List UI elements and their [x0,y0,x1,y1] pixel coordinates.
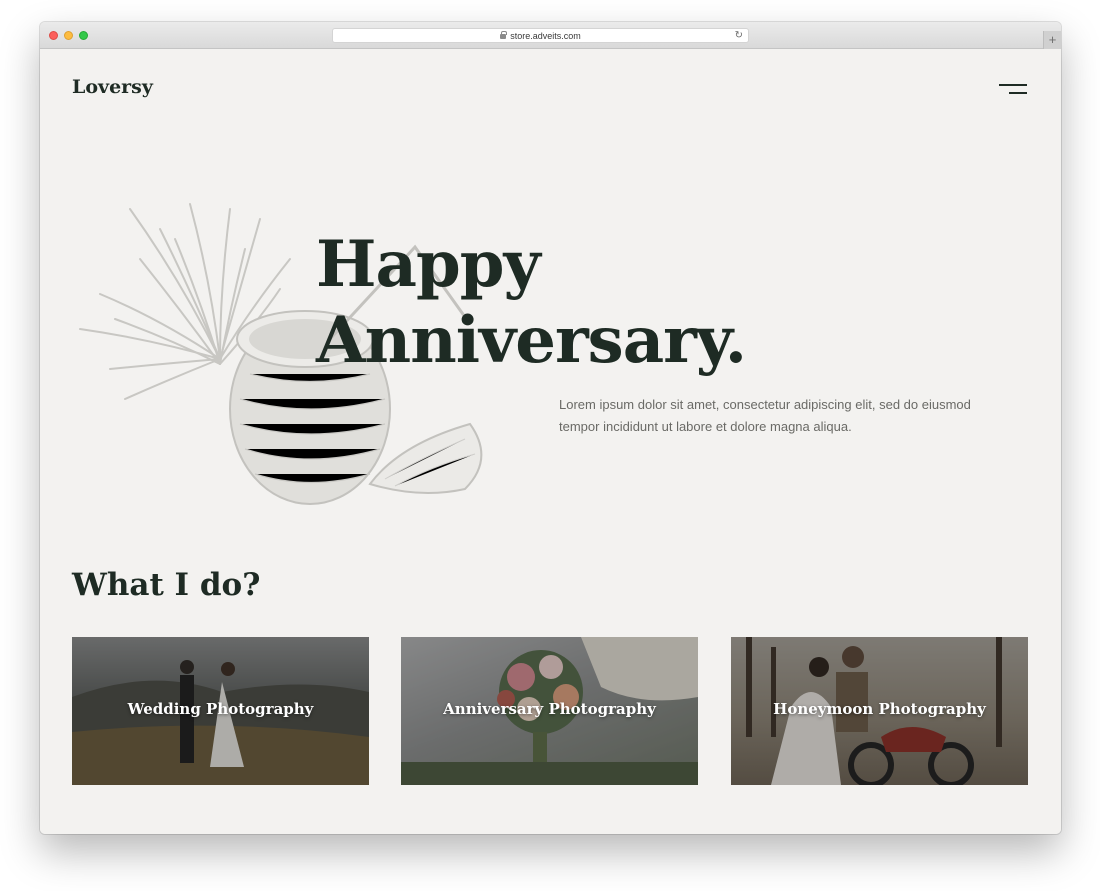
card-label: Wedding Photography [127,700,314,718]
wedding-photography-card[interactable]: Wedding Photography [72,637,369,785]
web-page: Loversy Happy Anniversary. Lorem ipsum d… [40,49,1061,834]
lock-icon [500,31,508,39]
minimize-window-button[interactable] [64,31,73,40]
reload-icon[interactable]: ↻ [735,30,743,41]
services-title: What I do? [72,567,261,603]
hamburger-menu-icon[interactable] [999,84,1029,96]
url-text: store.adveits.com [510,30,581,41]
hero-title-line-2: Anniversary. [316,303,747,378]
browser-titlebar: store.adveits.com ↻ + [40,22,1061,49]
card-label: Anniversary Photography [443,700,656,718]
card-label: Honeymoon Photography [773,700,986,718]
browser-window: store.adveits.com ↻ + Loversy Happy Anni… [40,22,1061,834]
site-logo[interactable]: Loversy [72,76,153,98]
honeymoon-photography-card[interactable]: Honeymoon Photography [731,637,1028,785]
anniversary-photography-card[interactable]: Anniversary Photography [401,637,698,785]
close-window-button[interactable] [49,31,58,40]
hero-title: Happy Anniversary. [316,227,747,379]
address-bar[interactable]: store.adveits.com ↻ [332,28,749,43]
new-tab-button[interactable]: + [1043,31,1061,49]
zoom-window-button[interactable] [79,31,88,40]
hero-title-line-1: Happy [316,227,541,302]
hero-description: Lorem ipsum dolor sit amet, consectetur … [559,397,971,434]
